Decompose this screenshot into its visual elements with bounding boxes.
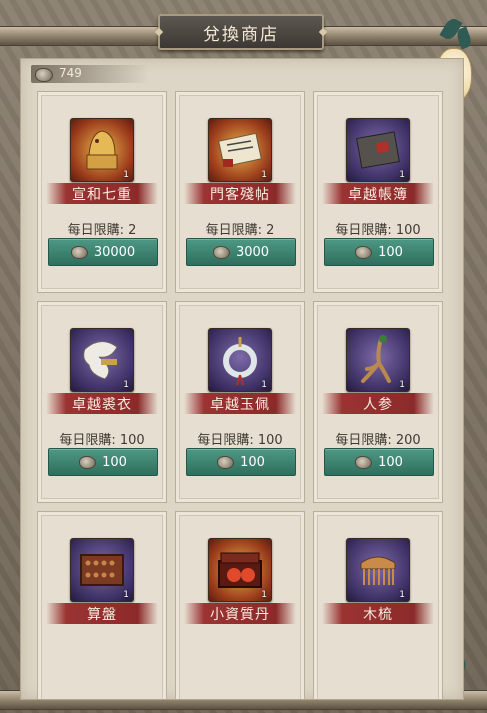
shop-item-card[interactable]: 1 卓越裘衣 每日限購: 100 100 — [37, 301, 167, 503]
price-value: 3000 — [235, 244, 270, 260]
buy-button[interactable]: 100 — [48, 448, 158, 476]
coin-icon — [355, 455, 373, 469]
shop-item-card[interactable]: 1 卓越玉佩 每日限購: 100 100 — [175, 301, 305, 503]
shop-item-card[interactable]: 1 人参 每日限購: 200 100 — [313, 301, 443, 503]
currency-amount: 749 — [59, 66, 82, 80]
coin-icon — [35, 68, 53, 82]
buy-button[interactable]: 100 — [186, 448, 296, 476]
daily-limit: 每日限購: 100 — [335, 223, 421, 238]
abacus-icon: 1 — [70, 538, 134, 602]
price-value: 100 — [102, 454, 127, 470]
price-value: 100 — [240, 454, 265, 470]
item-name-banner: 人参 — [322, 393, 434, 414]
shop-title-plate: 兌換商店 — [158, 14, 324, 50]
currency-display: 749 — [31, 65, 149, 83]
fur-coat-icon: 1 — [70, 328, 134, 392]
red-pills-box-icon: 1 — [208, 538, 272, 602]
ledger-book-icon: 1 — [346, 118, 410, 182]
jade-pendant-icon: 1 — [208, 328, 272, 392]
item-name: 卓越裘衣 — [72, 396, 132, 413]
coin-icon — [212, 245, 230, 259]
shop-item-card[interactable]: 1 木梳 — [313, 511, 443, 699]
price-value: 100 — [378, 244, 403, 260]
scroll-letter-icon: 1 — [208, 118, 272, 182]
item-name: 卓越帳簿 — [348, 186, 408, 203]
item-count: 1 — [123, 170, 129, 180]
item-name: 門客殘帖 — [210, 186, 270, 203]
daily-limit: 每日限購: 100 — [197, 433, 283, 448]
buy-button[interactable]: 3000 — [186, 238, 296, 266]
wooden-comb-icon: 1 — [346, 538, 410, 602]
shop-item-card[interactable]: 1 宣和七重 每日限購: 2 30000 — [37, 91, 167, 293]
shop-item-card[interactable]: 1 算盤 — [37, 511, 167, 699]
coin-icon — [79, 455, 97, 469]
item-name: 小資質丹 — [210, 606, 270, 623]
item-name-banner: 木梳 — [322, 603, 434, 624]
coin-icon — [217, 455, 235, 469]
shop-item-card[interactable]: 1 小資質丹 — [175, 511, 305, 699]
item-name-banner: 宣和七重 — [46, 183, 158, 204]
item-count: 1 — [399, 590, 405, 600]
price-value: 100 — [378, 454, 403, 470]
item-name-banner: 算盤 — [46, 603, 158, 624]
item-count: 1 — [261, 170, 267, 180]
shop-item-card[interactable]: 1 卓越帳簿 每日限購: 100 100 — [313, 91, 443, 293]
daily-limit: 每日限購: 2 — [67, 223, 137, 238]
item-count: 1 — [399, 380, 405, 390]
price-value: 30000 — [93, 244, 136, 260]
item-name-banner: 卓越裘衣 — [46, 393, 158, 414]
buy-button[interactable]: 30000 — [48, 238, 158, 266]
shop-item-card[interactable]: 1 門客殘帖 每日限購: 2 3000 — [175, 91, 305, 293]
item-name: 算盤 — [87, 606, 117, 623]
coin-icon — [70, 245, 88, 259]
item-name-banner: 卓越帳簿 — [322, 183, 434, 204]
item-name-banner: 卓越玉佩 — [184, 393, 296, 414]
page-title: 兌換商店 — [203, 24, 279, 45]
item-count: 1 — [123, 590, 129, 600]
shop-panel: 749 1 宣和七重 每日限購: 2 30000 1 門客殘帖 每日限購: 2 — [20, 58, 464, 700]
daily-limit: 每日限購: 2 — [205, 223, 275, 238]
buy-button[interactable]: 100 — [324, 448, 434, 476]
item-name-banner: 小資質丹 — [184, 603, 296, 624]
daily-limit: 每日限購: 200 — [335, 433, 421, 448]
item-name: 宣和七重 — [72, 186, 132, 203]
daily-limit: 每日限購: 100 — [59, 433, 145, 448]
item-name: 卓越玉佩 — [210, 396, 270, 413]
item-count: 1 — [261, 380, 267, 390]
item-count: 1 — [123, 380, 129, 390]
item-name-banner: 門客殘帖 — [184, 183, 296, 204]
item-count: 1 — [261, 590, 267, 600]
item-name: 人参 — [363, 396, 393, 413]
item-count: 1 — [399, 170, 405, 180]
ginseng-icon: 1 — [346, 328, 410, 392]
golden-seal-icon: 1 — [70, 118, 134, 182]
coin-icon — [355, 245, 373, 259]
buy-button[interactable]: 100 — [324, 238, 434, 266]
item-name: 木梳 — [363, 606, 393, 623]
